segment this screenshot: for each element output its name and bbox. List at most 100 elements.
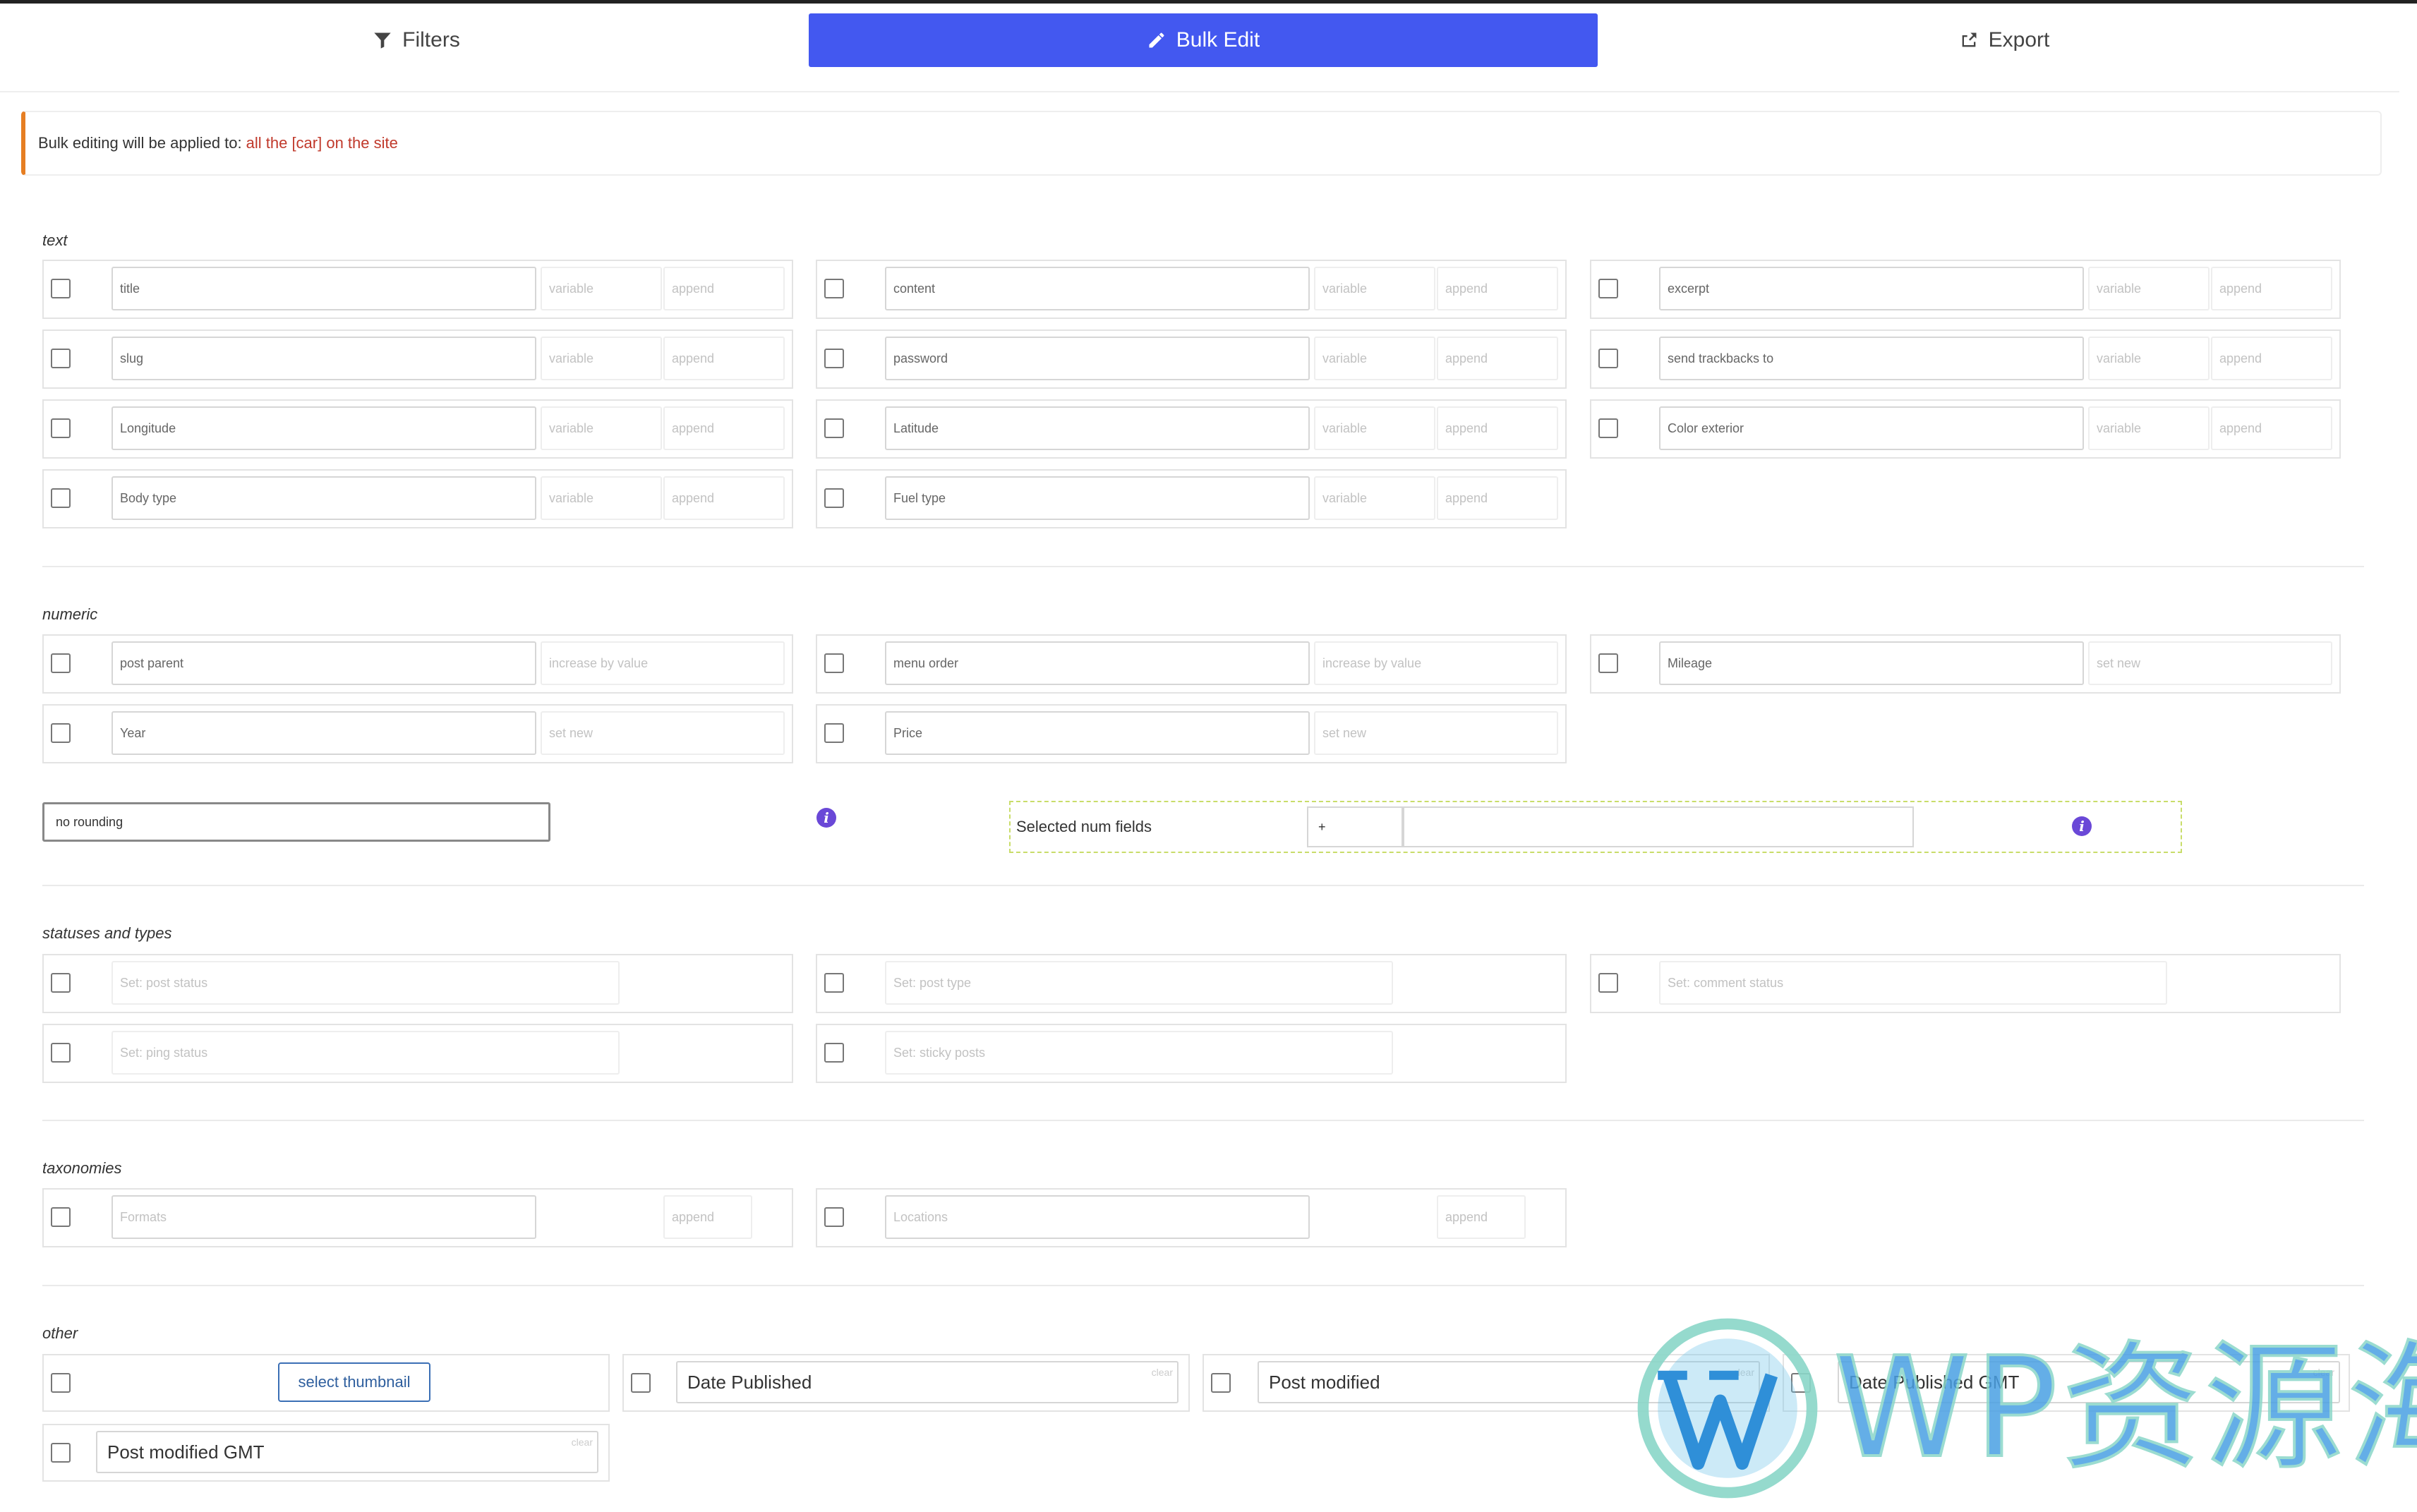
field-action-select[interactable]: append <box>2211 406 2332 450</box>
field-input[interactable]: password <box>885 337 1310 380</box>
field-checkbox[interactable] <box>824 653 844 673</box>
info-icon[interactable]: i <box>816 808 836 828</box>
text-field-row: slug variable append <box>42 329 793 389</box>
field-checkbox[interactable] <box>1598 279 1618 298</box>
field-checkbox[interactable] <box>51 488 71 508</box>
export-icon <box>1962 32 1977 47</box>
field-action-select[interactable]: append <box>663 337 785 380</box>
field-input[interactable]: Price <box>885 711 1310 755</box>
field-input[interactable]: Fuel type <box>885 476 1310 520</box>
field-action-select[interactable]: set new <box>2088 641 2332 685</box>
field-mode-select[interactable]: variable <box>1314 406 1435 450</box>
field-action-select[interactable]: append <box>663 267 785 310</box>
tab-export[interactable]: Export <box>1891 13 2117 67</box>
field-mode-select[interactable]: variable <box>2088 337 2210 380</box>
field-input[interactable]: Year <box>111 711 536 755</box>
field-action-select[interactable]: set new <box>1314 711 1558 755</box>
tab-filters[interactable]: Filters <box>296 13 536 67</box>
field-checkbox[interactable] <box>824 973 844 993</box>
field-input[interactable]: title <box>111 267 536 310</box>
field-input[interactable]: Body type <box>111 476 536 520</box>
bulk-edit-notice: Bulk editing will be applied to: all the… <box>21 111 2382 176</box>
date-published-input[interactable]: Date Published clear <box>676 1361 1179 1403</box>
field-action-select[interactable]: append <box>1437 267 1558 310</box>
field-action-select[interactable]: set new <box>541 711 785 755</box>
field-action-select[interactable]: increase by value <box>1314 641 1558 685</box>
field-input[interactable]: excerpt <box>1659 267 2084 310</box>
field-action-select[interactable]: append <box>2211 267 2332 310</box>
select-thumbnail-button[interactable]: select thumbnail <box>278 1362 430 1402</box>
field-action-select[interactable]: append <box>1437 406 1558 450</box>
field-mode-select[interactable]: variable <box>2088 267 2210 310</box>
field-action-select[interactable]: append <box>1437 476 1558 520</box>
field-checkbox[interactable] <box>824 349 844 368</box>
field-checkbox[interactable] <box>1598 653 1618 673</box>
date-row: Date Published clear <box>622 1354 1190 1412</box>
taxonomy-input[interactable]: Locations <box>885 1195 1310 1239</box>
field-input[interactable]: Latitude <box>885 406 1310 450</box>
field-action-select[interactable]: append <box>663 476 785 520</box>
field-mode-select[interactable]: variable <box>1314 337 1435 380</box>
field-input[interactable]: Longitude <box>111 406 536 450</box>
field-mode-select[interactable]: variable <box>2088 406 2210 450</box>
field-checkbox[interactable] <box>1598 973 1618 993</box>
field-input[interactable]: content <box>885 267 1310 310</box>
field-checkbox[interactable] <box>824 1043 844 1063</box>
section-label-taxonomies: taxonomies <box>42 1159 122 1177</box>
field-mode-select[interactable]: variable <box>1314 476 1435 520</box>
info-icon[interactable]: i <box>2072 816 2092 836</box>
field-mode-select[interactable]: variable <box>541 406 662 450</box>
status-select[interactable]: Set: ping status <box>111 1031 620 1075</box>
text-field-row: content variable append <box>816 260 1567 319</box>
field-input[interactable]: Mileage <box>1659 641 2084 685</box>
field-input[interactable]: menu order <box>885 641 1310 685</box>
field-checkbox[interactable] <box>824 279 844 298</box>
field-checkbox[interactable] <box>824 418 844 438</box>
field-mode-select[interactable]: variable <box>541 337 662 380</box>
field-checkbox[interactable] <box>1211 1373 1231 1393</box>
field-action-select[interactable]: append <box>1437 337 1558 380</box>
field-checkbox[interactable] <box>51 418 71 438</box>
field-checkbox[interactable] <box>1598 418 1618 438</box>
field-mode-select[interactable]: variable <box>1314 267 1435 310</box>
field-checkbox[interactable] <box>51 1373 71 1393</box>
status-select[interactable]: Set: sticky posts <box>885 1031 1393 1075</box>
field-checkbox[interactable] <box>824 723 844 743</box>
field-mode-select[interactable]: variable <box>541 267 662 310</box>
field-checkbox[interactable] <box>631 1373 651 1393</box>
post-modified-gmt-input[interactable]: Post modified GMT clear <box>96 1431 598 1473</box>
field-checkbox[interactable] <box>51 279 71 298</box>
field-checkbox[interactable] <box>51 1207 71 1227</box>
status-select[interactable]: Set: comment status <box>1659 961 2167 1005</box>
field-checkbox[interactable] <box>51 1043 71 1063</box>
field-checkbox[interactable] <box>51 653 71 673</box>
field-input[interactable]: slug <box>111 337 536 380</box>
field-checkbox[interactable] <box>51 1443 71 1463</box>
field-action-select[interactable]: append <box>1437 1195 1526 1239</box>
tab-bar: Filters Bulk Edit Export <box>0 4 2399 92</box>
field-mode-select[interactable]: variable <box>541 476 662 520</box>
rounding-select[interactable]: no rounding <box>42 802 550 842</box>
field-action-select[interactable]: increase by value <box>541 641 785 685</box>
tab-bulk-edit[interactable]: Bulk Edit <box>809 13 1598 67</box>
status-select[interactable]: Set: post status <box>111 961 620 1005</box>
num-operator-select[interactable]: + <box>1307 806 1403 847</box>
tab-export-label: Export <box>1988 28 2050 52</box>
field-action-select[interactable]: append <box>2211 337 2332 380</box>
field-checkbox[interactable] <box>51 973 71 993</box>
field-input[interactable]: Color exterior <box>1659 406 2084 450</box>
field-input[interactable]: post parent <box>111 641 536 685</box>
field-checkbox[interactable] <box>824 1207 844 1227</box>
field-input[interactable]: send trackbacks to <box>1659 337 2084 380</box>
field-checkbox[interactable] <box>51 723 71 743</box>
field-action-select[interactable]: append <box>663 406 785 450</box>
clear-link[interactable]: clear <box>572 1437 593 1448</box>
field-action-select[interactable]: append <box>663 1195 752 1239</box>
field-checkbox[interactable] <box>1598 349 1618 368</box>
field-checkbox[interactable] <box>51 349 71 368</box>
status-select[interactable]: Set: post type <box>885 961 1393 1005</box>
num-value-input[interactable] <box>1403 806 1914 847</box>
clear-link[interactable]: clear <box>1152 1367 1173 1378</box>
taxonomy-input[interactable]: Formats <box>111 1195 536 1239</box>
field-checkbox[interactable] <box>824 488 844 508</box>
